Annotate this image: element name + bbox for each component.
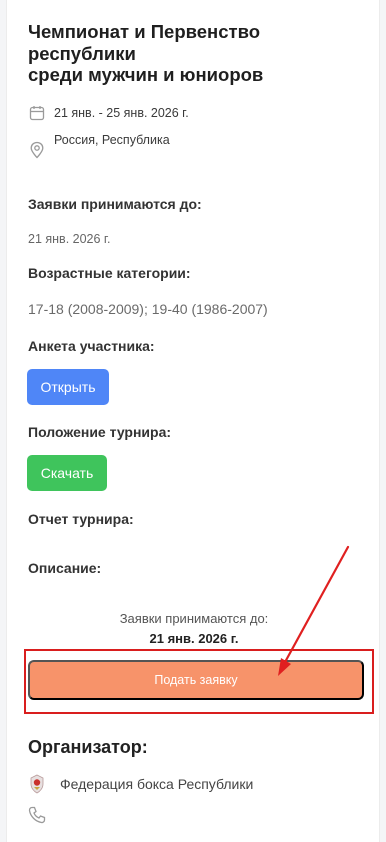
location-pin-icon <box>28 141 46 159</box>
description-label: Описание: <box>28 560 102 576</box>
organizer-heading: Организатор: <box>28 737 148 757</box>
calendar-icon <box>28 104 46 122</box>
event-title-line: Чемпионат и Первенство <box>28 21 261 42</box>
deadline-label: Заявки принимаются до: <box>28 196 202 212</box>
footer-deadline-date: 21 янв. 2026 г. <box>149 631 239 646</box>
federation-emblem-icon <box>28 774 46 794</box>
event-dates: 21 янв. - 25 янв. 2026 г. <box>54 106 189 120</box>
age-categories-label: Возрастные категории: <box>28 265 191 281</box>
organizer-row: Федерация бокса Республики <box>28 774 253 794</box>
event-title-line: среди мужчин и юниоров <box>28 64 264 85</box>
regulation-label: Положение турнира: <box>28 424 172 440</box>
tournament-report-label: Отчет турнира: <box>28 511 134 527</box>
open-form-button[interactable]: Открыть <box>27 369 109 405</box>
event-location: Россия, Республика <box>54 133 170 147</box>
download-regulation-button[interactable]: Скачать <box>27 455 107 491</box>
event-title-line: республики <box>28 42 136 64</box>
deadline-value: 21 янв. 2026 г. <box>28 232 111 246</box>
event-location-row: Россия, Республика <box>28 133 170 159</box>
participant-form-label: Анкета участника: <box>28 338 155 354</box>
phone-icon[interactable] <box>28 806 48 826</box>
event-title: Чемпионат и Первенство республики среди … <box>28 21 358 86</box>
event-dates-row: 21 янв. - 25 янв. 2026 г. <box>28 104 189 122</box>
footer-deadline-label: Заявки принимаются до: <box>119 611 269 626</box>
event-card: Чемпионат и Первенство республики среди … <box>6 0 380 842</box>
age-categories-value: 17-18 (2008-2009); 19-40 (1986-2007) <box>28 301 268 317</box>
organizer-name[interactable]: Федерация бокса Республики <box>60 776 253 792</box>
annotation-highlight-box <box>24 649 374 714</box>
